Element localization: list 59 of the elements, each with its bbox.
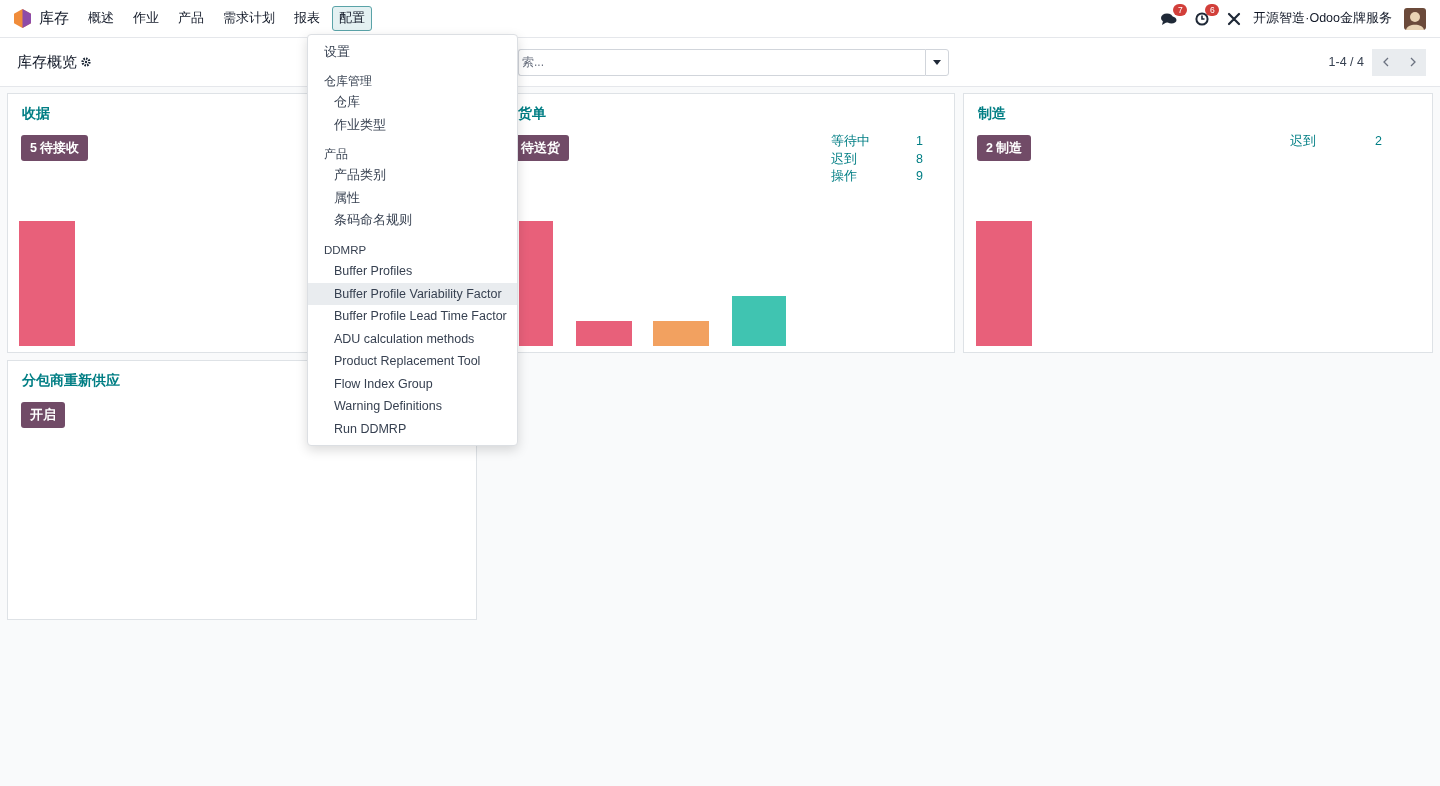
tools-icon[interactable] (1227, 11, 1242, 26)
chevron-left-icon (1381, 57, 1390, 67)
menu-tab[interactable]: 作业 (126, 6, 166, 31)
menu-item[interactable]: Buffer Profile Lead Time Factor (308, 305, 517, 328)
bar (732, 296, 786, 346)
menu-item[interactable]: 产品类别 (308, 164, 517, 187)
menu-item[interactable]: Product Replacement Tool (308, 350, 517, 373)
stat-value[interactable]: 8 (916, 151, 923, 167)
menu-item[interactable]: Buffer Profiles (308, 260, 517, 283)
stat-label[interactable]: 等待中 (831, 134, 916, 150)
stat-label[interactable]: 迟到 (831, 151, 916, 167)
menu-item[interactable]: 仓库 (308, 91, 517, 114)
menu-item[interactable]: 设置 (308, 41, 517, 64)
pager-value: 1-4 / 4 (1328, 55, 1364, 69)
search-options-toggle[interactable] (925, 48, 949, 76)
stat-label[interactable]: 迟到 (1290, 134, 1375, 150)
menu-tab[interactable]: 概述 (81, 6, 121, 31)
menu-section-header: 产品 (323, 147, 349, 162)
menu-item[interactable]: Run DDMRP (308, 417, 517, 440)
menu-item[interactable]: Warning Definitions (308, 395, 517, 418)
card-title[interactable]: 分包商重新供应 (22, 371, 120, 390)
stat-value[interactable]: 2 (1375, 134, 1382, 150)
company-name[interactable]: 开源智造·Odoo金牌服务 (1253, 10, 1392, 27)
menu-item[interactable]: 条码命名规则 (308, 209, 517, 232)
card-title[interactable]: 收据 (22, 104, 50, 123)
clock-icon[interactable] (1195, 11, 1210, 26)
menu-tab[interactable]: 配置 (332, 6, 372, 31)
menu-item[interactable]: Buffer Profile Variability Factor (308, 282, 517, 305)
gear-icon[interactable] (81, 57, 91, 67)
app-logo-icon[interactable] (14, 9, 31, 28)
user-avatar[interactable] (1404, 7, 1426, 30)
stat-label[interactable]: 操作 (831, 169, 916, 185)
stat-value[interactable]: 1 (916, 134, 923, 150)
search-field[interactable]: 索... (518, 48, 925, 76)
chat-icon[interactable] (1161, 11, 1178, 26)
message-count-badge: 7 (1173, 3, 1188, 16)
menu-tab[interactable]: 产品 (171, 6, 211, 31)
activity-count-badge: 6 (1205, 3, 1220, 16)
bar (576, 321, 632, 346)
breadcrumb-title: 库存概览 (17, 52, 77, 72)
app-name[interactable]: 库存 (39, 9, 69, 28)
menu-tab[interactable]: 需求计划 (216, 6, 282, 31)
menu-item[interactable]: 作业类型 (308, 114, 517, 137)
card-title[interactable]: 货单 (518, 104, 546, 123)
chevron-right-icon (1408, 57, 1417, 67)
menu-item[interactable]: 属性 (308, 187, 517, 210)
action-button[interactable]: 2 制造 (977, 135, 1032, 161)
menu-tab[interactable]: 报表 (287, 6, 327, 31)
action-button[interactable]: 5 待接收 (21, 135, 89, 161)
menu-item[interactable]: Flow Index Group (308, 372, 517, 395)
action-button[interactable]: 开启 (21, 402, 65, 428)
card-title[interactable]: 制造 (978, 104, 1006, 123)
stat-value[interactable]: 9 (916, 169, 923, 185)
menu-section-header: 仓库管理 (323, 74, 373, 89)
caret-icon (933, 59, 941, 65)
menu-item[interactable]: ADU calculation methods (308, 327, 517, 350)
menu-section-header: DDMRP (323, 243, 368, 258)
action-button[interactable]: 待送货 (518, 135, 569, 161)
bar (653, 321, 709, 346)
